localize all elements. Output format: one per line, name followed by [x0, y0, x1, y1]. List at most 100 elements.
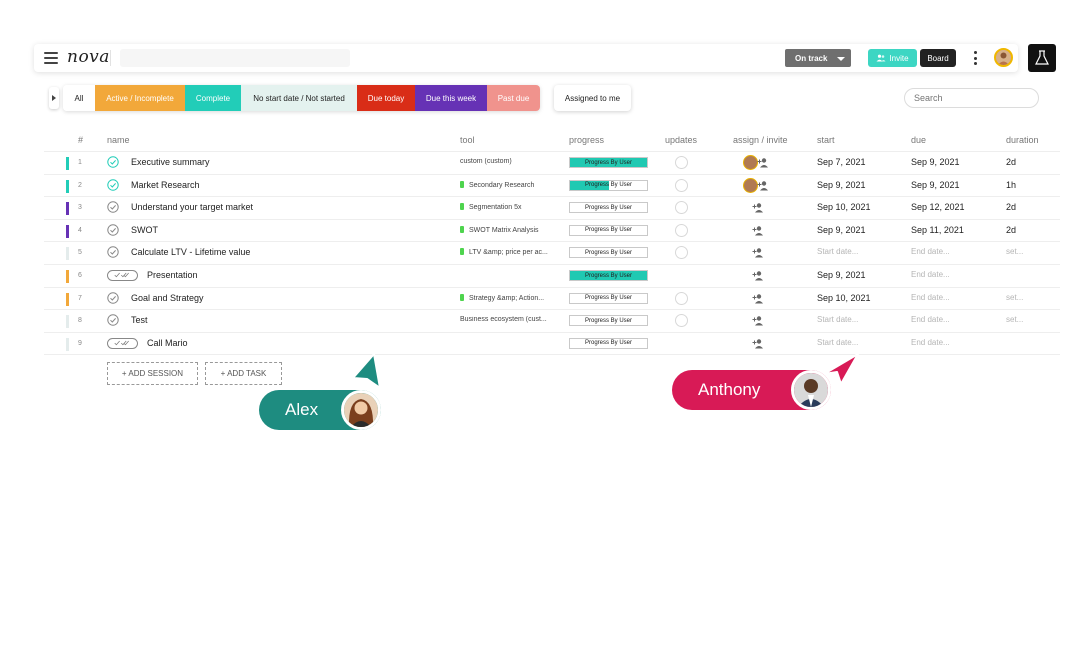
filter-no-start-date-not-started[interactable]: No start date / Not started [241, 85, 357, 111]
task-tool[interactable]: Strategy &amp; Action... [460, 293, 564, 302]
duration[interactable]: set... [1006, 247, 1023, 256]
col-updates[interactable]: updates [665, 135, 697, 145]
filter-due-today[interactable]: Due today [357, 85, 415, 111]
col-due[interactable]: due [911, 135, 926, 145]
due-date[interactable]: End date... [911, 247, 950, 256]
add-user-icon[interactable] [752, 292, 765, 305]
start-date[interactable]: Sep 10, 2021 [817, 202, 871, 212]
updates-indicator[interactable] [675, 156, 688, 169]
task-name[interactable]: SWOT [131, 225, 158, 235]
add-user-icon[interactable] [757, 179, 770, 192]
filter-due-this-week[interactable]: Due this week [415, 85, 487, 111]
task-name[interactable]: Goal and Strategy [131, 293, 204, 303]
start-date[interactable]: Start date... [817, 247, 858, 256]
col-assign[interactable]: assign / invite [733, 135, 788, 145]
menu-icon[interactable] [44, 52, 58, 64]
due-date[interactable]: End date... [911, 270, 950, 279]
col-tool[interactable]: tool [460, 135, 475, 145]
start-date[interactable]: Sep 10, 2021 [817, 293, 871, 303]
filter-complete[interactable]: Complete [185, 85, 241, 111]
search-input[interactable] [904, 88, 1039, 108]
task-name[interactable]: Market Research [131, 180, 200, 190]
task-tool[interactable]: SWOT Matrix Analysis [460, 225, 564, 234]
task-name[interactable]: Presentation [147, 270, 198, 280]
table-row[interactable]: 9 Call Mario Progress By User Start date...… [44, 331, 1060, 354]
task-name[interactable]: Call Mario [147, 338, 188, 348]
due-date[interactable]: End date... [911, 315, 950, 324]
updates-indicator[interactable] [675, 223, 688, 237]
start-date[interactable]: Start date... [817, 315, 858, 324]
table-row[interactable]: 7 Goal and Strategy Strategy &amp; Action.… [44, 286, 1060, 309]
table-row[interactable]: 2 Market Research Secondary Research Progre… [44, 173, 1060, 196]
task-tool[interactable]: Segmentation 5x [460, 203, 564, 211]
status-dropdown[interactable]: On track [785, 49, 851, 67]
add-user-icon[interactable] [752, 201, 765, 214]
complete-check-icon[interactable] [107, 314, 119, 326]
duration[interactable]: 2d [1006, 157, 1016, 167]
due-date[interactable]: End date... [911, 338, 950, 347]
progress-bar[interactable]: Progress By User [569, 202, 648, 214]
table-row[interactable]: 5 Calculate LTV - Lifetime value LTV &amp;… [44, 241, 1060, 263]
start-date[interactable]: Sep 7, 2021 [817, 157, 866, 167]
table-row[interactable]: 8 Test Business ecosystem (cust... Progress… [44, 309, 1060, 331]
session-checks-icon[interactable] [107, 337, 138, 349]
progress-bar[interactable]: Progress By User [569, 179, 648, 191]
task-tool[interactable]: LTV &amp; price per ac... [460, 248, 564, 256]
user-avatar[interactable] [994, 48, 1013, 67]
due-date[interactable]: Sep 9, 2021 [911, 180, 960, 190]
filter-past-due[interactable]: Past due [487, 85, 540, 111]
assignee-avatar[interactable] [743, 155, 758, 170]
task-tool[interactable]: Business ecosystem (cust... [460, 316, 564, 323]
board-button[interactable]: Board [920, 49, 956, 67]
col-name[interactable]: name [107, 135, 130, 145]
invite-button[interactable]: Invite [868, 49, 917, 67]
progress-bar[interactable]: Progress By User [569, 315, 648, 327]
due-date[interactable]: Sep 12, 2021 [911, 202, 965, 212]
filter-all[interactable]: All [63, 85, 95, 111]
task-name[interactable]: Calculate LTV - Lifetime value [131, 247, 250, 257]
table-row[interactable]: 4 SWOT SWOT Matrix Analysis Progress By Use… [44, 218, 1060, 241]
add-user-icon[interactable] [752, 269, 765, 282]
due-date[interactable]: End date... [911, 293, 950, 302]
start-date[interactable]: Sep 9, 2021 [817, 225, 866, 235]
start-date[interactable]: Sep 9, 2021 [817, 270, 866, 280]
col-duration[interactable]: duration [1006, 135, 1039, 145]
duration[interactable]: 2d [1006, 225, 1016, 235]
complete-check-icon[interactable] [107, 201, 119, 213]
duration[interactable]: 2d [1006, 202, 1016, 212]
add-session-button[interactable]: + ADD SESSION [107, 362, 198, 385]
progress-bar[interactable]: Progress By User [569, 157, 648, 168]
duration[interactable]: set... [1006, 293, 1023, 302]
complete-check-icon[interactable] [107, 156, 119, 168]
complete-check-icon[interactable] [107, 291, 119, 304]
progress-bar[interactable]: Progress By User [569, 337, 648, 349]
start-date[interactable]: Start date... [817, 338, 858, 347]
table-row[interactable]: 6 Presentation Progress By User Sep 9, 2021… [44, 264, 1060, 286]
table-row[interactable]: 1 Executive summary custom (custom) Progres… [44, 151, 1060, 173]
updates-indicator[interactable] [675, 314, 688, 328]
session-checks-icon[interactable] [107, 270, 138, 281]
updates-indicator[interactable] [675, 178, 688, 192]
updates-indicator[interactable] [675, 201, 688, 215]
col-start[interactable]: start [817, 135, 835, 145]
task-tool[interactable]: custom (custom) [460, 158, 564, 165]
table-row[interactable]: 3 Understand your target market Segmentati… [44, 196, 1060, 218]
complete-check-icon[interactable] [107, 224, 119, 236]
start-date[interactable]: Sep 9, 2021 [817, 180, 866, 190]
add-user-icon[interactable] [752, 337, 765, 350]
filter-active-incomplete[interactable]: Active / Incomplete [95, 85, 185, 111]
task-name[interactable]: Executive summary [131, 157, 210, 167]
due-date[interactable]: Sep 11, 2021 [911, 225, 964, 235]
progress-bar[interactable]: Progress By User [569, 270, 648, 281]
progress-bar[interactable]: Progress By User [569, 247, 648, 259]
add-user-icon[interactable] [752, 246, 765, 259]
task-name[interactable]: Understand your target market [131, 202, 253, 212]
add-user-icon[interactable] [757, 156, 770, 169]
duration[interactable]: 1h [1006, 180, 1016, 190]
task-name[interactable]: Test [131, 315, 148, 325]
assignee-avatar[interactable] [743, 177, 758, 193]
progress-bar[interactable]: Progress By User [569, 292, 648, 304]
progress-bar[interactable]: Progress By User [569, 224, 648, 236]
col-progress[interactable]: progress [569, 135, 604, 145]
workspace-button[interactable] [1028, 44, 1056, 72]
